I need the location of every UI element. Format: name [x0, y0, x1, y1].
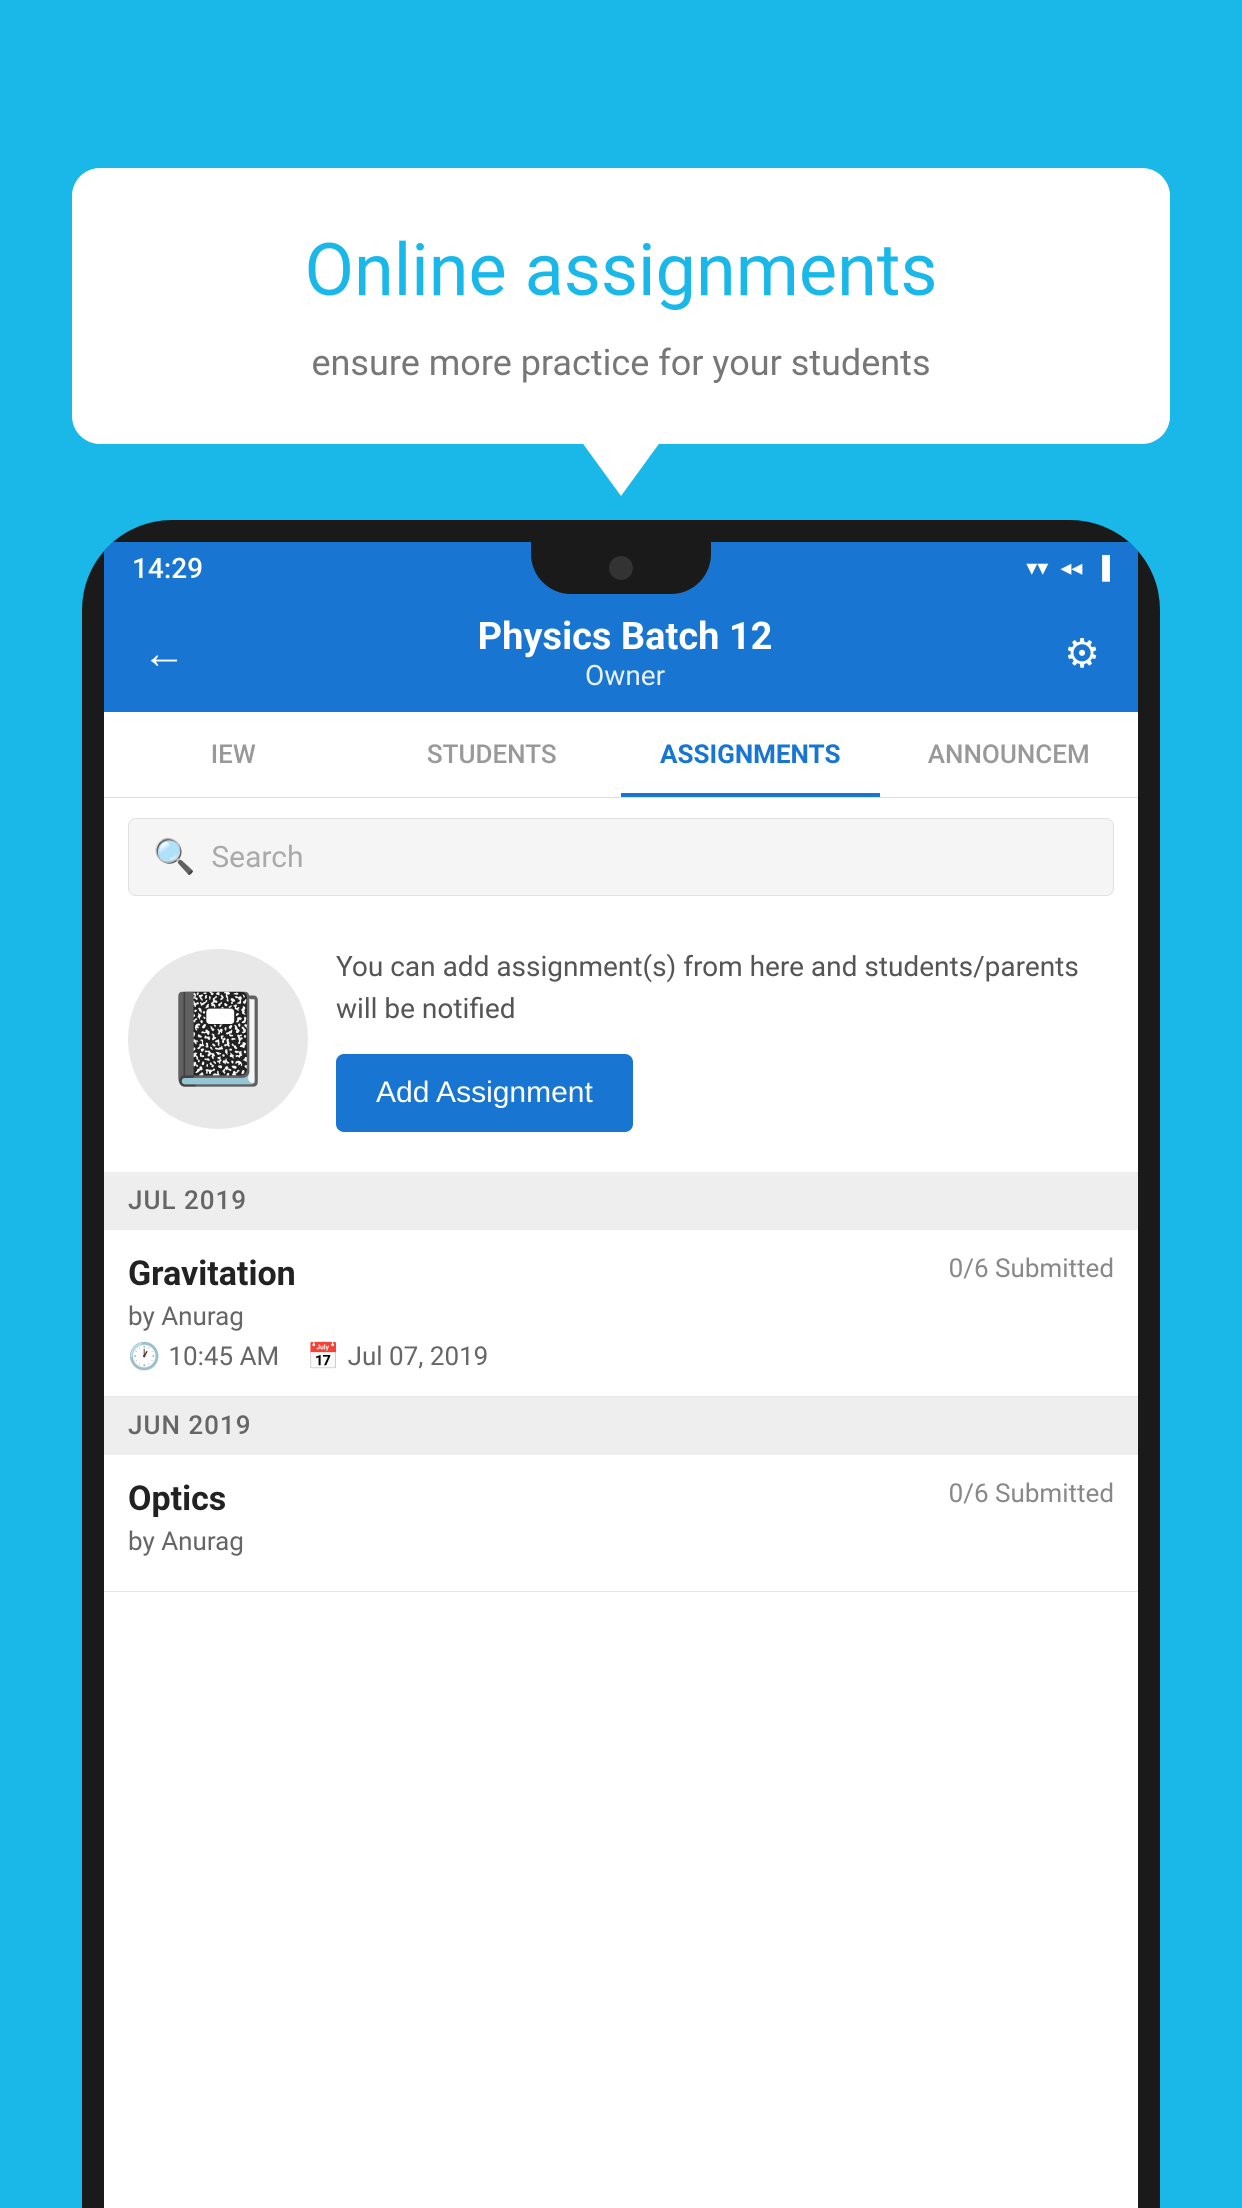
assignment-item-optics[interactable]: Optics 0/6 Submitted by Anurag: [104, 1455, 1138, 1592]
tab-assignments[interactable]: ASSIGNMENTS: [621, 712, 880, 797]
assignment-illustration: 📓: [128, 949, 308, 1129]
phone-screen: ← Physics Batch 12 Owner ⚙ IEW STUDENTS …: [104, 594, 1138, 2208]
bubble-title: Online assignments: [142, 228, 1100, 314]
section-jun-2019: JUN 2019: [104, 1397, 1138, 1455]
assignment-submitted: 0/6 Submitted: [949, 1254, 1114, 1284]
app-bar: ← Physics Batch 12 Owner ⚙: [104, 594, 1138, 712]
battery-icon: ▐: [1094, 555, 1110, 581]
phone-notch: [531, 542, 711, 594]
status-time: 14:29: [132, 552, 203, 585]
search-input[interactable]: Search: [211, 840, 303, 875]
settings-icon[interactable]: ⚙: [1054, 620, 1110, 687]
app-bar-title-group: Physics Batch 12 Owner: [196, 615, 1054, 692]
assignment-name: Gravitation: [128, 1254, 296, 1294]
tab-bar: IEW STUDENTS ASSIGNMENTS ANNOUNCЕМ: [104, 712, 1138, 798]
assignment-author-optics: by Anurag: [128, 1527, 1114, 1557]
phone-frame: 14:29 ▾▾ ◂◂ ▐ ← Physics Batch 12 Owner ⚙…: [82, 520, 1160, 2208]
assignment-name-optics: Optics: [128, 1479, 226, 1519]
speech-bubble: Online assignments ensure more practice …: [72, 168, 1170, 444]
add-assignment-button[interactable]: Add Assignment: [336, 1054, 633, 1132]
section-jul-2019: JUL 2019: [104, 1172, 1138, 1230]
empty-state: 📓 You can add assignment(s) from here an…: [104, 916, 1138, 1172]
notebook-icon: 📓: [162, 987, 274, 1092]
assignment-row-top-optics: Optics 0/6 Submitted: [128, 1479, 1114, 1519]
assignment-submitted-optics: 0/6 Submitted: [949, 1479, 1114, 1509]
tab-iew[interactable]: IEW: [104, 712, 363, 797]
tab-students[interactable]: STUDENTS: [363, 712, 622, 797]
signal-icon: ◂◂: [1060, 556, 1082, 581]
search-bar[interactable]: 🔍 Search: [128, 818, 1114, 896]
empty-state-content: You can add assignment(s) from here and …: [336, 946, 1114, 1132]
notch-camera: [609, 556, 633, 580]
status-icons: ▾▾ ◂◂ ▐: [1026, 555, 1110, 581]
assignment-date: 📅 Jul 07, 2019: [307, 1342, 488, 1372]
clock-icon: 🕐: [128, 1342, 160, 1372]
wifi-icon: ▾▾: [1026, 556, 1048, 581]
assignment-row-top: Gravitation 0/6 Submitted: [128, 1254, 1114, 1294]
calendar-icon: 📅: [307, 1342, 339, 1372]
back-button[interactable]: ←: [132, 617, 196, 689]
assignment-author: by Anurag: [128, 1302, 1114, 1332]
assignment-item-gravitation[interactable]: Gravitation 0/6 Submitted by Anurag 🕐 10…: [104, 1230, 1138, 1397]
search-icon: 🔍: [153, 837, 195, 877]
bubble-subtitle: ensure more practice for your students: [142, 338, 1100, 388]
empty-state-description: You can add assignment(s) from here and …: [336, 946, 1114, 1030]
app-bar-title: Physics Batch 12: [196, 615, 1054, 659]
assignment-meta: 🕐 10:45 AM 📅 Jul 07, 2019: [128, 1342, 1114, 1372]
tab-announcements[interactable]: ANNOUNCЕМ: [880, 712, 1139, 797]
assignment-time: 🕐 10:45 AM: [128, 1342, 279, 1372]
app-bar-subtitle: Owner: [196, 659, 1054, 692]
